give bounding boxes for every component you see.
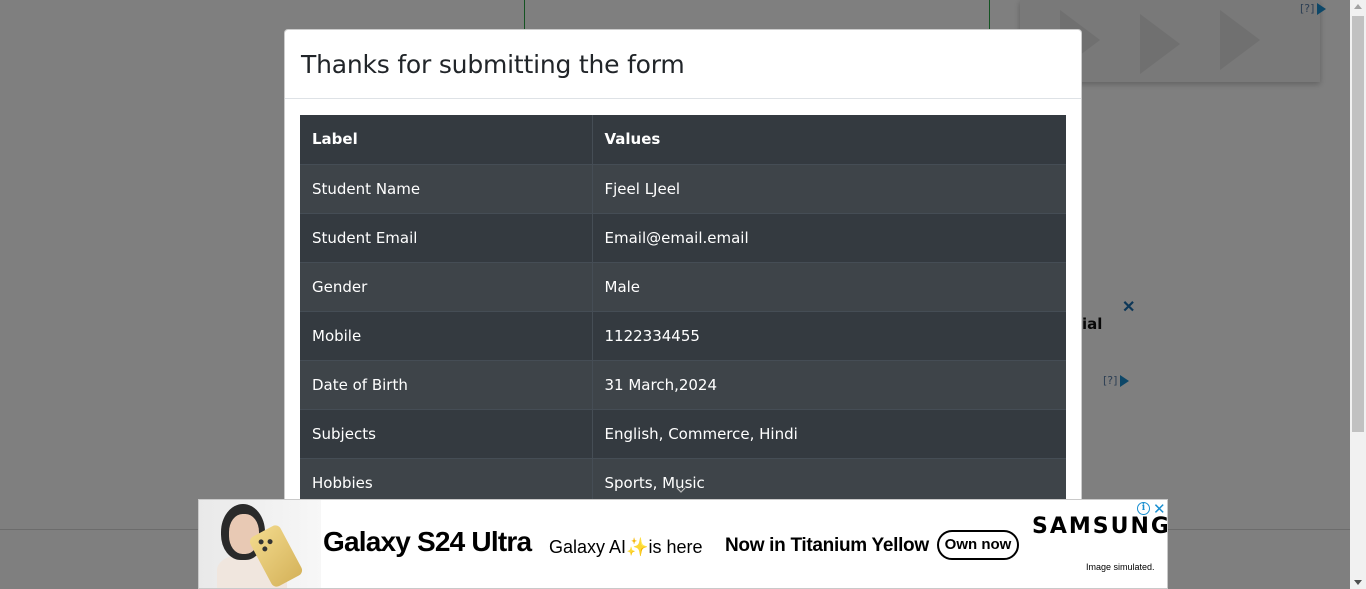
row-label: Gender xyxy=(300,261,593,311)
row-value: Email@email.email xyxy=(592,212,1066,262)
scroll-up-arrow-icon[interactable] xyxy=(1354,4,1362,9)
modal-header: Thanks for submitting the form xyxy=(285,30,1081,99)
table-row: Student Email Email@email.email xyxy=(300,212,1066,262)
column-header-label: Label xyxy=(300,115,593,164)
modal-body: Label Values Student Name Fjeel LJeel St… xyxy=(285,99,1081,523)
bottom-banner-ad[interactable]: Galaxy S24 Ultra Galaxy AI✨is here Now i… xyxy=(198,499,1168,589)
table-header-row: Label Values xyxy=(300,115,1066,164)
page-scrollbar[interactable] xyxy=(1350,0,1366,589)
chevron-down-icon xyxy=(676,487,686,493)
row-value: Male xyxy=(592,261,1066,311)
table-row: Date of Birth 31 March,2024 xyxy=(300,359,1066,409)
ad-info-icon[interactable]: i xyxy=(1137,502,1150,515)
row-value: English, Commerce, Hindi xyxy=(592,408,1066,458)
ad-ai-suffix: is here xyxy=(648,537,703,557)
submission-table: Label Values Student Name Fjeel LJeel St… xyxy=(300,115,1066,507)
row-label: Student Name xyxy=(300,163,593,213)
camera-lens-icon xyxy=(261,545,269,553)
table-row: Gender Male xyxy=(300,261,1066,311)
column-header-values: Values xyxy=(604,130,661,149)
scrollbar-thumb[interactable] xyxy=(1352,16,1364,432)
ad-ai-prefix: Galaxy AI xyxy=(549,537,627,557)
table-row: Mobile 1122334455 xyxy=(300,310,1066,360)
own-now-button[interactable]: Own now xyxy=(937,530,1019,560)
sparkle-icon: ✨ xyxy=(626,537,649,557)
ad-tagline: Now in Titanium Yellow xyxy=(725,535,929,556)
ad-model-photo xyxy=(199,500,321,588)
row-label: Student Email xyxy=(300,212,593,262)
ad-product-name: Galaxy S24 Ultra xyxy=(323,526,532,557)
row-value: 1122334455 xyxy=(592,310,1066,360)
modal-title: Thanks for submitting the form xyxy=(301,49,685,79)
row-label: Mobile xyxy=(300,310,593,360)
row-label: Subjects xyxy=(300,408,593,458)
samsung-logo: SAMSUNG xyxy=(1032,514,1168,539)
ad-ai-text: Galaxy AI✨is here xyxy=(549,537,703,558)
camera-lens-icon xyxy=(257,538,265,546)
scroll-down-arrow-icon[interactable] xyxy=(1354,580,1362,585)
row-value: Fjeel LJeel xyxy=(592,163,1066,213)
ad-disclaimer: Image simulated. xyxy=(1086,562,1155,572)
ad-close-icon[interactable]: ✕ xyxy=(1153,500,1166,518)
table-row: Student Name Fjeel LJeel xyxy=(300,163,1066,213)
row-label: Date of Birth xyxy=(300,359,593,409)
row-value: 31 March,2024 xyxy=(592,359,1066,409)
table-row: Subjects English, Commerce, Hindi xyxy=(300,408,1066,458)
camera-lens-icon xyxy=(266,538,274,545)
